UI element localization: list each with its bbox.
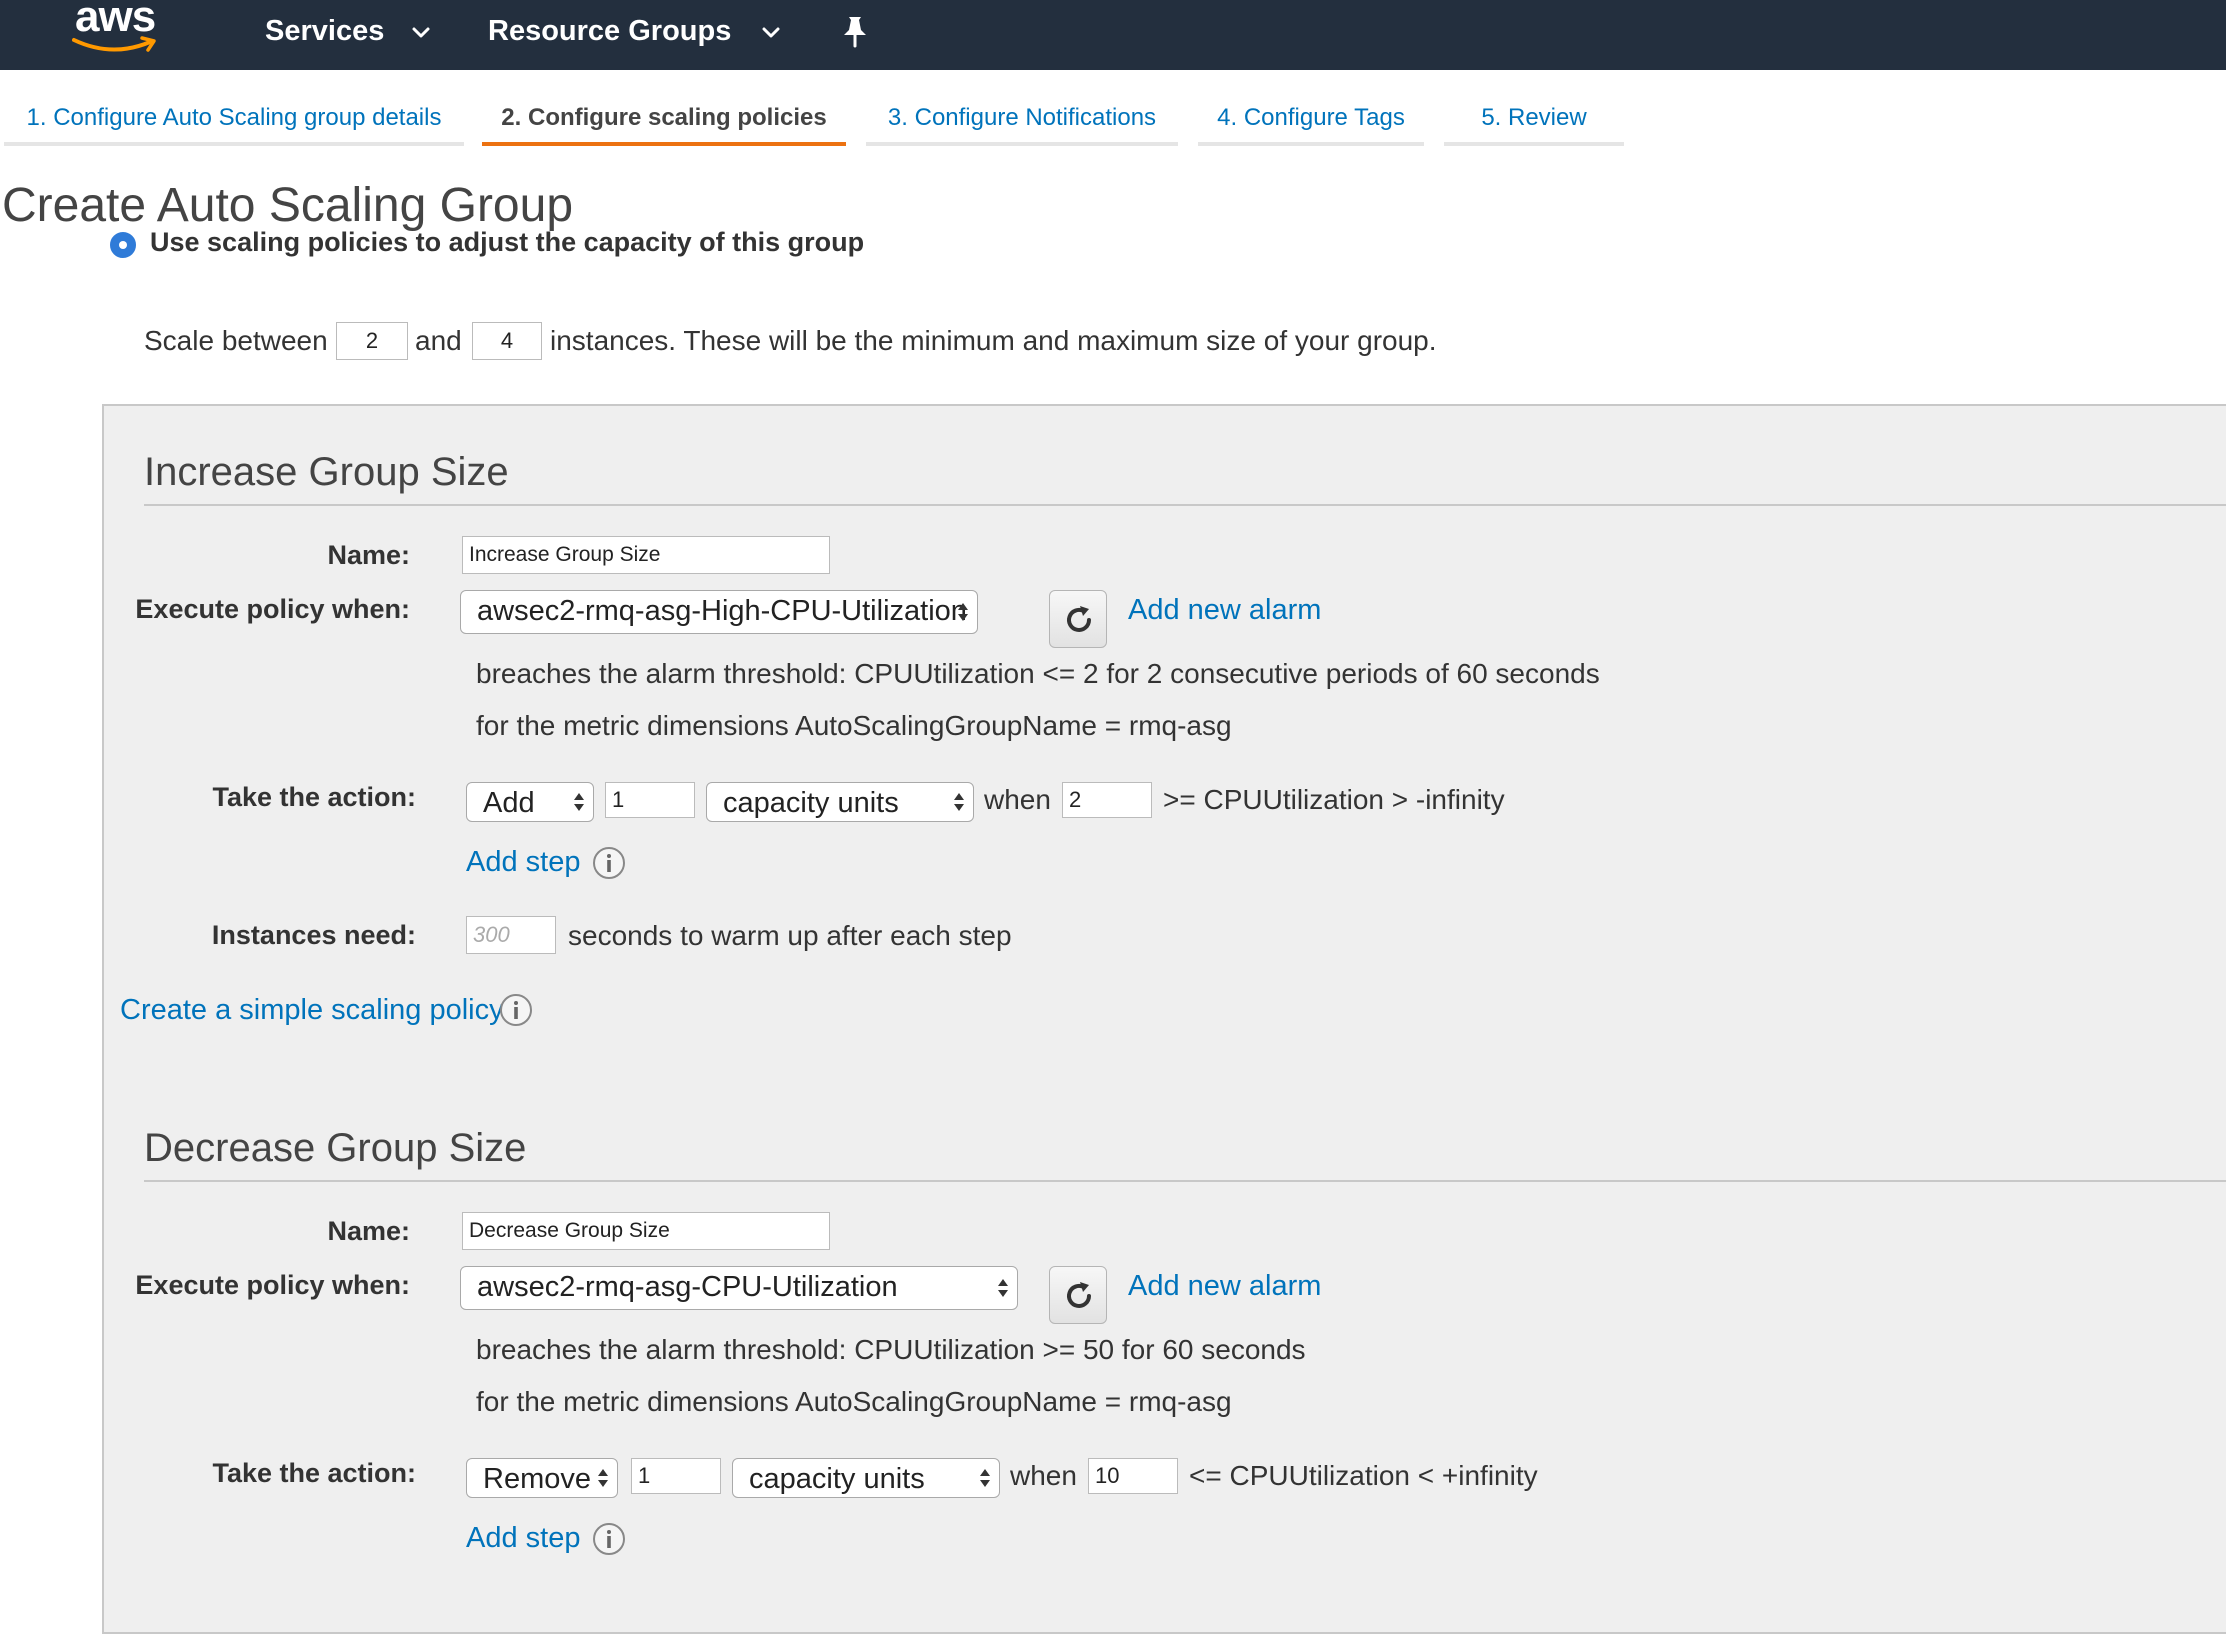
increase-alarm-select[interactable]: awsec2-rmq-asg-High-CPU-Utilization: [460, 590, 978, 634]
section-divider: [144, 504, 2226, 506]
decrease-add-step-link[interactable]: Add step: [466, 1522, 580, 1555]
warmup-description: seconds to warm up after each step: [568, 920, 1012, 951]
select-arrows-icon: [574, 793, 584, 811]
decrease-name-input[interactable]: [462, 1212, 830, 1250]
increase-name-input[interactable]: [462, 536, 830, 574]
info-icon[interactable]: [592, 846, 626, 880]
scale-between-label: Scale between: [144, 325, 328, 356]
increase-alarm-value: awsec2-rmq-asg-High-CPU-Utilization: [477, 595, 967, 627]
increase-refresh-button[interactable]: [1049, 590, 1107, 648]
decrease-add-new-alarm-link[interactable]: Add new alarm: [1128, 1270, 1321, 1303]
max-instances-input[interactable]: [472, 322, 542, 360]
page-title: Create Auto Scaling Group: [2, 179, 574, 232]
increase-breach-description: breaches the alarm threshold: CPUUtiliza…: [476, 658, 1600, 689]
select-arrows-icon: [958, 603, 968, 621]
info-icon[interactable]: [499, 993, 533, 1027]
warmup-seconds-input[interactable]: [466, 916, 556, 954]
decrease-name-label: Name:: [327, 1216, 410, 1246]
chevron-down-icon[interactable]: [410, 22, 432, 44]
decrease-action-value: Remove: [483, 1463, 591, 1495]
refresh-icon: [1067, 606, 1091, 632]
decrease-section-title: Decrease Group Size: [144, 1126, 527, 1170]
refresh-icon: [1067, 1282, 1091, 1308]
info-icon[interactable]: [592, 1522, 626, 1556]
tab-review[interactable]: 5. Review: [1444, 104, 1624, 146]
increase-section-title: Increase Group Size: [144, 450, 509, 494]
select-arrows-icon: [598, 1469, 608, 1487]
decrease-execute-label: Execute policy when:: [135, 1270, 410, 1300]
decrease-unit-value: capacity units: [749, 1463, 925, 1495]
tab-label: 2. Configure scaling policies: [501, 104, 827, 131]
decrease-unit-select[interactable]: capacity units: [732, 1458, 1000, 1498]
instances-need-label: Instances need:: [211, 920, 416, 950]
tab-label: 1. Configure Auto Scaling group details: [26, 104, 442, 131]
decrease-alarm-select[interactable]: awsec2-rmq-asg-CPU-Utilization: [460, 1266, 1018, 1310]
pin-icon[interactable]: [840, 14, 870, 48]
increase-add-new-alarm-link[interactable]: Add new alarm: [1128, 594, 1321, 627]
increase-unit-value: capacity units: [723, 787, 899, 819]
services-menu[interactable]: Services: [265, 15, 384, 48]
increase-unit-select[interactable]: capacity units: [706, 782, 974, 822]
top-navigation-bar: aws Services Resource Groups: [0, 0, 2226, 70]
decrease-action-label: Take the action:: [212, 1458, 416, 1488]
select-arrows-icon: [980, 1469, 990, 1487]
min-instances-input[interactable]: [336, 322, 408, 360]
tab-configure-tags[interactable]: 4. Configure Tags: [1198, 104, 1424, 146]
increase-condition: >= CPUUtilization > -infinity: [1163, 784, 1505, 815]
decrease-amount-input[interactable]: [631, 1458, 721, 1494]
tab-label: 3. Configure Notifications: [887, 104, 1157, 131]
scaling-policies-radio[interactable]: [110, 232, 136, 258]
increase-when-label: when: [984, 784, 1051, 815]
scaling-policies-radio-label: Use scaling policies to adjust the capac…: [150, 227, 865, 257]
decrease-when-label: when: [1010, 1460, 1077, 1491]
increase-threshold-input[interactable]: [1062, 782, 1152, 818]
chevron-down-icon[interactable]: [760, 22, 782, 44]
tab-configure-notifications[interactable]: 3. Configure Notifications: [866, 104, 1178, 146]
create-simple-scaling-policy-link[interactable]: Create a simple scaling policy: [120, 994, 504, 1027]
increase-action-select[interactable]: Add: [466, 782, 594, 822]
scale-and-label: and: [415, 325, 462, 356]
tab-configure-scaling-policies[interactable]: 2. Configure scaling policies: [482, 104, 846, 146]
select-arrows-icon: [954, 793, 964, 811]
decrease-condition: <= CPUUtilization < +infinity: [1189, 1460, 1538, 1491]
decrease-alarm-value: awsec2-rmq-asg-CPU-Utilization: [477, 1271, 898, 1303]
decrease-threshold-input[interactable]: [1088, 1458, 1178, 1494]
resource-groups-menu[interactable]: Resource Groups: [488, 15, 731, 48]
increase-action-label: Take the action:: [212, 782, 416, 812]
increase-dimensions-description: for the metric dimensions AutoScalingGro…: [476, 710, 1232, 741]
tab-label: 5. Review: [1481, 104, 1587, 131]
increase-execute-label: Execute policy when:: [135, 594, 410, 624]
increase-name-label: Name:: [327, 540, 410, 570]
increase-add-step-link[interactable]: Add step: [466, 846, 580, 879]
decrease-breach-description: breaches the alarm threshold: CPUUtiliza…: [476, 1334, 1306, 1365]
tab-configure-details[interactable]: 1. Configure Auto Scaling group details: [4, 104, 464, 146]
decrease-action-select[interactable]: Remove: [466, 1458, 618, 1498]
decrease-refresh-button[interactable]: [1049, 1266, 1107, 1324]
tab-label: 4. Configure Tags: [1217, 104, 1405, 131]
section-divider: [144, 1180, 2226, 1182]
aws-smile-icon: [72, 36, 156, 52]
decrease-dimensions-description: for the metric dimensions AutoScalingGro…: [476, 1386, 1232, 1417]
increase-amount-input[interactable]: [605, 782, 695, 818]
increase-action-value: Add: [483, 787, 535, 819]
scale-description: instances. These will be the minimum and…: [550, 325, 1437, 356]
select-arrows-icon: [998, 1279, 1008, 1297]
